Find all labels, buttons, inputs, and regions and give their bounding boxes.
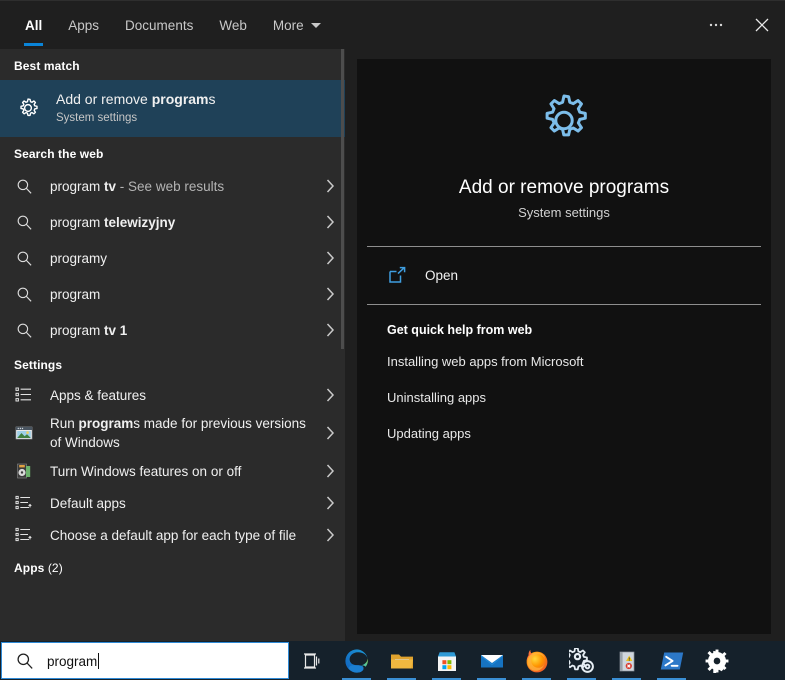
search-header: All Apps Documents Web More xyxy=(0,1,785,49)
result-setting-choose-default-app-by-filetype[interactable]: Choose a default app for each type of fi… xyxy=(0,519,345,551)
results-list[interactable]: Best match Add or remove programs System… xyxy=(0,49,345,642)
microsoft-store-icon[interactable] xyxy=(424,641,469,680)
chevron-right-icon xyxy=(326,388,335,407)
result-web-program-telewizyjny[interactable]: program telewizyjny xyxy=(0,204,345,240)
group-header-settings: Settings xyxy=(0,348,345,379)
preview-panel: Add or remove programs System settings O… xyxy=(357,59,771,634)
tab-web[interactable]: Web xyxy=(206,1,260,49)
chevron-right-icon xyxy=(326,251,335,270)
result-label: programy xyxy=(50,249,319,268)
chevron-right-icon xyxy=(326,496,335,515)
chevron-right-icon xyxy=(326,287,335,306)
result-label: Apps & features xyxy=(50,386,319,405)
chevron-right-icon xyxy=(326,179,335,198)
quick-help-title: Get quick help from web xyxy=(387,323,771,337)
windows-search-screen: All Apps Documents Web More xyxy=(0,0,785,680)
search-icon xyxy=(14,650,36,672)
result-label: Default apps xyxy=(50,494,319,513)
quick-help-link-uninstalling-apps[interactable]: Uninstalling apps xyxy=(387,389,771,406)
filter-tabs: All Apps Documents Web More xyxy=(12,1,334,49)
best-match-text: Add or remove programs System settings xyxy=(56,90,333,126)
tab-all[interactable]: All xyxy=(12,1,55,49)
gear-icon-large xyxy=(528,87,600,159)
group-header-search-the-web: Search the web xyxy=(0,137,345,168)
chevron-right-icon xyxy=(326,464,335,483)
chevron-right-icon xyxy=(326,215,335,234)
chevron-right-icon xyxy=(326,426,335,445)
open-label: Open xyxy=(425,268,458,283)
tab-apps[interactable]: Apps xyxy=(55,1,112,49)
preview-title: Add or remove programs xyxy=(357,175,771,200)
open-action-button[interactable]: Open xyxy=(357,247,771,304)
search-icon xyxy=(12,282,36,306)
gear-white-icon[interactable] xyxy=(694,641,739,680)
tab-more-label: More xyxy=(273,18,304,33)
list-icon xyxy=(14,385,34,405)
result-best-match-add-or-remove-programs[interactable]: Add or remove programs System settings xyxy=(0,80,345,137)
result-label: program xyxy=(50,285,319,304)
result-setting-turn-windows-features[interactable]: Turn Windows features on or off xyxy=(0,455,345,487)
search-icon xyxy=(12,210,36,234)
results-scrollbar[interactable] xyxy=(341,49,345,642)
quick-help-link-installing-web-apps[interactable]: Installing web apps from Microsoft xyxy=(387,353,771,370)
result-label: Turn Windows features on or off xyxy=(50,462,319,481)
taskbar-search-input[interactable]: program xyxy=(1,642,289,679)
result-label: program telewizyjny xyxy=(50,213,319,232)
file-explorer-icon[interactable] xyxy=(379,641,424,680)
result-setting-apps-and-features[interactable]: Apps & features xyxy=(0,379,345,411)
scrollbar-thumb[interactable] xyxy=(341,49,344,349)
result-setting-run-programs-compat[interactable]: Run programs made for previous versions … xyxy=(0,411,345,455)
error-document-icon[interactable] xyxy=(604,641,649,680)
best-match-title: Add or remove programs xyxy=(56,90,333,109)
search-query-text: program xyxy=(47,653,99,669)
close-icon xyxy=(754,17,770,33)
result-web-program-tv[interactable]: program tv - See web results xyxy=(0,168,345,204)
preview-subtitle: System settings xyxy=(357,205,771,220)
tab-documents[interactable]: Documents xyxy=(112,1,206,49)
tab-web-label: Web xyxy=(219,18,247,33)
more-options-button[interactable] xyxy=(693,1,739,49)
mail-icon[interactable] xyxy=(469,641,514,680)
search-flyout: All Apps Documents Web More xyxy=(0,0,785,641)
close-button[interactable] xyxy=(739,1,785,49)
result-label: Run programs made for previous versions … xyxy=(50,414,319,452)
quick-help-section: Get quick help from web Installing web a… xyxy=(357,305,771,442)
search-icon xyxy=(12,246,36,270)
open-external-icon xyxy=(387,266,407,286)
result-label: Choose a default app for each type of fi… xyxy=(50,526,319,545)
microsoft-edge-icon[interactable] xyxy=(334,641,379,680)
group-header-best-match: Best match xyxy=(0,49,345,80)
text-cursor xyxy=(98,653,99,669)
settings-gears-icon[interactable] xyxy=(559,641,604,680)
window-picture-icon xyxy=(14,423,34,443)
result-setting-default-apps[interactable]: Default apps xyxy=(0,487,345,519)
chevron-down-icon xyxy=(311,23,321,28)
result-web-program[interactable]: program xyxy=(0,276,345,312)
disc-feature-icon xyxy=(14,461,34,481)
chevron-right-icon xyxy=(326,528,335,547)
gear-icon xyxy=(12,92,44,124)
best-match-subtitle: System settings xyxy=(56,110,333,126)
quick-help-link-updating-apps[interactable]: Updating apps xyxy=(387,425,771,442)
firefox-icon[interactable] xyxy=(514,641,559,680)
tab-all-label: All xyxy=(25,18,42,33)
taskbar: program xyxy=(0,641,785,680)
powershell-icon[interactable] xyxy=(649,641,694,680)
task-view-icon[interactable] xyxy=(289,641,334,680)
result-web-programy[interactable]: programy xyxy=(0,240,345,276)
search-icon xyxy=(12,174,36,198)
chevron-right-icon xyxy=(326,323,335,342)
search-icon xyxy=(12,318,36,342)
preview-hero: Add or remove programs System settings xyxy=(357,59,771,246)
tab-documents-label: Documents xyxy=(125,18,193,33)
tab-more[interactable]: More xyxy=(260,1,334,49)
list-arrow-icon xyxy=(14,525,34,545)
result-web-program-tv-1[interactable]: program tv 1 xyxy=(0,312,345,348)
result-label: program tv - See web results xyxy=(50,177,319,196)
window-controls xyxy=(693,1,785,49)
result-label: program tv 1 xyxy=(50,321,319,340)
tab-apps-label: Apps xyxy=(68,18,99,33)
group-header-apps: Apps (2) xyxy=(0,551,345,582)
list-arrow-icon xyxy=(14,493,34,513)
